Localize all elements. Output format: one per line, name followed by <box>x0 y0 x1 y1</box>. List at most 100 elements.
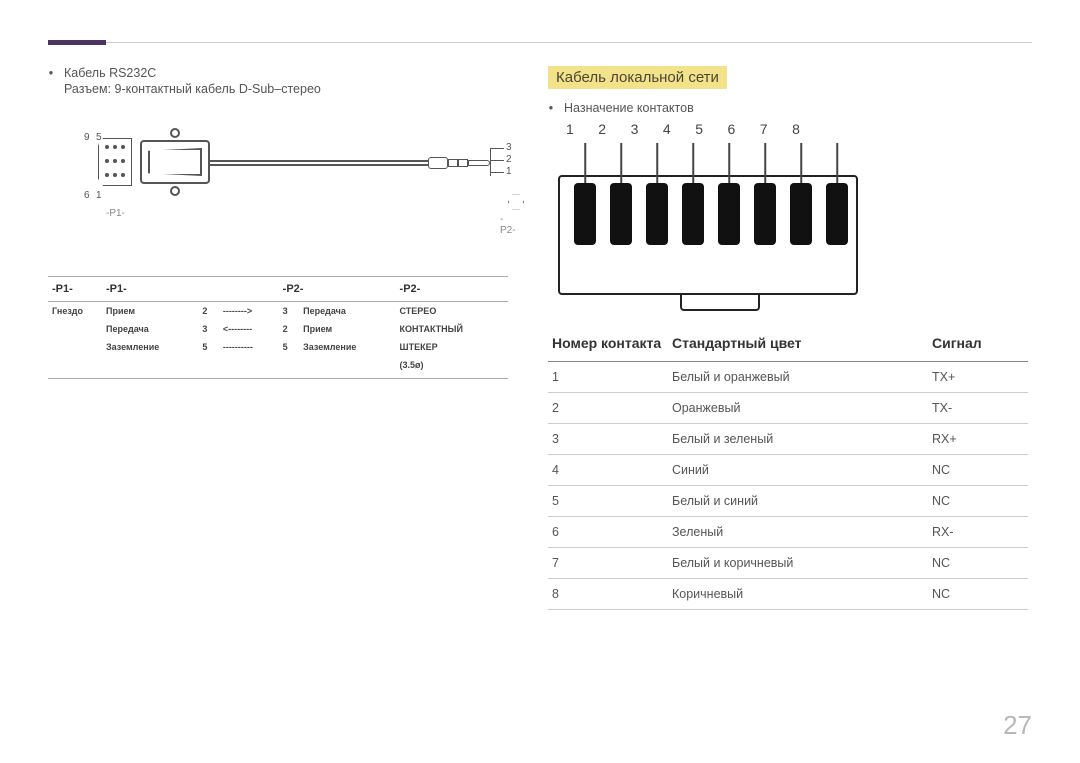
cell: NC <box>928 548 1028 579</box>
th-p1b: -P1- <box>102 277 219 302</box>
rj45-pin-number: 2 <box>598 121 606 137</box>
cell: Передача <box>299 302 395 321</box>
table-row: 7Белый и коричневыйNC <box>548 548 1028 579</box>
pin-label-1: 1 <box>96 190 102 201</box>
cell: Белый и синий <box>668 486 928 517</box>
rs232-socket-label: Гнездо <box>48 302 102 379</box>
bullet-icon: • <box>48 66 54 80</box>
cell: Синий <box>668 455 928 486</box>
rs232-pin-table: -P1- -P1- -P2- -P2- ГнездоПрием2--------… <box>48 276 508 379</box>
rj45-pin-number: 6 <box>727 121 735 137</box>
rj45-clip <box>680 293 760 311</box>
cell: 7 <box>548 548 668 579</box>
cell: Прием <box>299 320 395 338</box>
cell: Заземление <box>299 338 395 356</box>
cell: --------> <box>219 302 279 321</box>
cell: 1 <box>548 362 668 393</box>
rj45-pin <box>790 183 812 245</box>
lan-th-num: Номер контакта <box>548 329 668 362</box>
cell: RX+ <box>928 424 1028 455</box>
content-columns: • Кабель RS232C Разъем: 9-контактный каб… <box>48 66 1032 610</box>
cell <box>102 356 198 378</box>
lan-th-signal: Сигнал <box>928 329 1028 362</box>
cell: 3 <box>548 424 668 455</box>
cell: 5 <box>548 486 668 517</box>
cell <box>219 356 279 378</box>
rj45-pin <box>826 183 848 245</box>
pin-label-6: 6 <box>84 190 90 201</box>
table-row: (3.5ø) <box>48 356 508 378</box>
lan-pinout-table: Номер контакта Стандартный цвет Сигнал 1… <box>548 329 1028 610</box>
rj45-pin <box>610 183 632 245</box>
p1-caption: -P1- <box>106 208 125 219</box>
cell: NC <box>928 455 1028 486</box>
cell: Прием <box>102 302 198 321</box>
rj45-pin-number: 4 <box>663 121 671 137</box>
hex-icon <box>508 194 524 210</box>
cell: RX- <box>928 517 1028 548</box>
cell: 2 <box>548 393 668 424</box>
rs232c-title: Кабель RS232C <box>64 66 156 80</box>
cell: Белый и зеленый <box>668 424 928 455</box>
table-row: Заземление5----------5ЗаземлениеШТЕКЕР <box>48 338 508 356</box>
cell: Передача <box>102 320 198 338</box>
cell: Белый и оранжевый <box>668 362 928 393</box>
lan-bullet-row: • Назначение контактов <box>548 101 1028 115</box>
table-row: 4СинийNC <box>548 455 1028 486</box>
stereo-jack <box>428 154 490 172</box>
rj45-pin <box>574 183 596 245</box>
cell: <-------- <box>219 320 279 338</box>
bullet-icon: • <box>548 101 554 115</box>
cell: 6 <box>548 517 668 548</box>
cell <box>279 356 299 378</box>
cell: 5 <box>279 338 299 356</box>
cell: Зеленый <box>668 517 928 548</box>
table-row: 6ЗеленыйRX- <box>548 517 1028 548</box>
rj45-pin <box>646 183 668 245</box>
cell: ---------- <box>219 338 279 356</box>
pin-label-9: 9 <box>84 132 90 143</box>
pin-label-5: 5 <box>96 132 102 143</box>
cell: 8 <box>548 579 668 610</box>
cell: Оранжевый <box>668 393 928 424</box>
th-p2a: -P2- <box>279 277 396 302</box>
table-row: Передача3<--------2ПриемКОНТАКТНЫЙ <box>48 320 508 338</box>
rj45-pin <box>682 183 704 245</box>
top-rule <box>48 42 1032 43</box>
th-p2b: -P2- <box>396 277 508 302</box>
rj45-pin-number: 3 <box>631 121 639 137</box>
cell: КОНТАКТНЫЙ <box>396 320 508 338</box>
rj45-pin-number: 7 <box>760 121 768 137</box>
jack-label-2: 2 <box>506 154 512 165</box>
rj45-diagram: 12345678 <box>548 121 868 311</box>
cell: 2 <box>198 302 218 321</box>
rj45-pin <box>754 183 776 245</box>
cell: СТЕРЕО <box>396 302 508 321</box>
cell: 2 <box>279 320 299 338</box>
left-column: • Кабель RS232C Разъем: 9-контактный каб… <box>48 66 508 610</box>
rj45-pin-number: 5 <box>695 121 703 137</box>
dsub-housing <box>140 140 210 184</box>
lan-heading: Кабель локальной сети <box>548 66 727 89</box>
rj45-pins <box>574 183 848 245</box>
page-number: 27 <box>1003 710 1032 741</box>
cell: TX+ <box>928 362 1028 393</box>
right-column: Кабель локальной сети • Назначение конта… <box>548 66 1028 610</box>
cell: Белый и коричневый <box>668 548 928 579</box>
table-row: ГнездоПрием2-------->3ПередачаСТЕРЕО <box>48 302 508 321</box>
cell: NC <box>928 486 1028 517</box>
top-accent <box>48 40 106 45</box>
cell: 3 <box>279 302 299 321</box>
table-row: 3Белый и зеленыйRX+ <box>548 424 1028 455</box>
cell: Заземление <box>102 338 198 356</box>
jack-label-3: 3 <box>506 142 512 153</box>
jack-label-1: 1 <box>506 166 512 177</box>
cell: Коричневый <box>668 579 928 610</box>
lan-bullet-text: Назначение контактов <box>564 101 694 115</box>
table-row: 5Белый и синийNC <box>548 486 1028 517</box>
cell: 3 <box>198 320 218 338</box>
rs232c-title-row: • Кабель RS232C <box>48 66 508 80</box>
cell: TX- <box>928 393 1028 424</box>
cable-line <box>210 160 428 162</box>
cell: 4 <box>548 455 668 486</box>
